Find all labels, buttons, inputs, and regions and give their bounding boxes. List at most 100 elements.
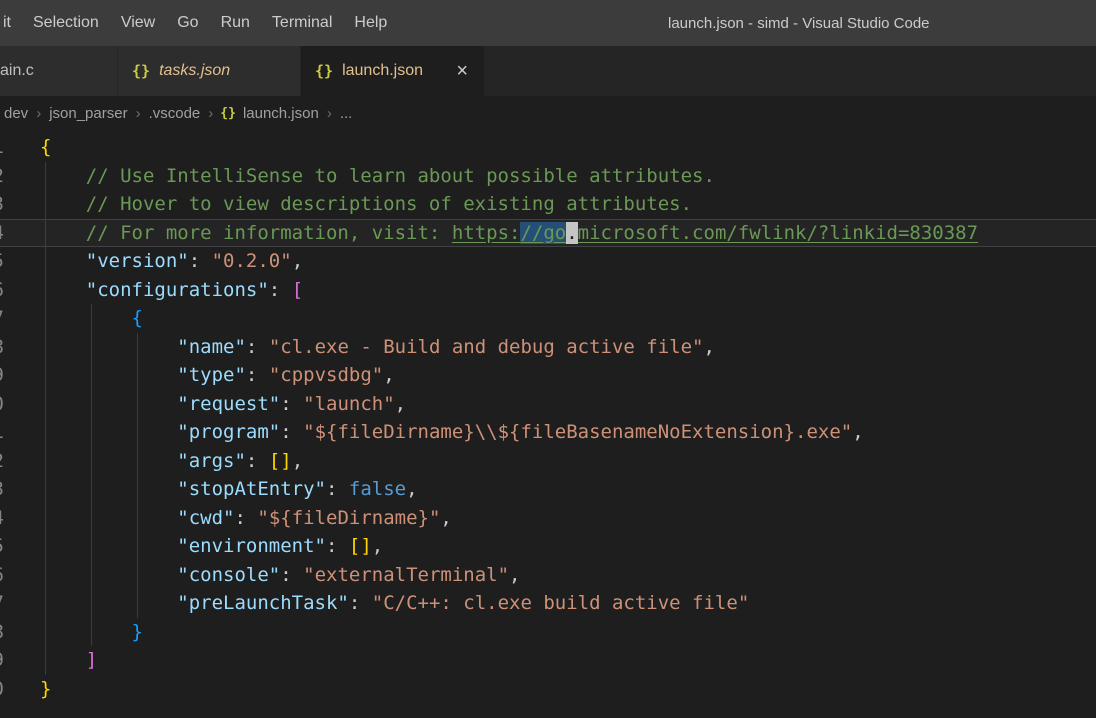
menu-item-terminal[interactable]: Terminal — [261, 0, 343, 46]
code-token: , — [371, 535, 384, 557]
code-token: "0.2.0" — [211, 250, 292, 272]
line-number: 2 — [0, 162, 4, 191]
code-line[interactable]: // Hover to view descriptions of existin… — [40, 190, 1096, 219]
breadcrumb-item-launch-json[interactable]: launch.json — [242, 105, 320, 122]
code-token: "preLaunchTask" — [177, 592, 349, 614]
code-line[interactable]: { — [40, 133, 1096, 162]
code-token: microsoft.com/fwlink/?linkid=830387 — [577, 221, 979, 244]
code-line[interactable]: ] — [40, 646, 1096, 675]
code-token: : — [326, 535, 349, 557]
code-token: : — [188, 250, 212, 272]
code-line[interactable]: "type": "cppvsdbg", — [40, 361, 1096, 390]
code-line[interactable]: "request": "launch", — [40, 390, 1096, 419]
code-token: "stopAtEntry" — [177, 478, 326, 500]
tab-label: ain.c — [0, 62, 34, 79]
tab-tasks-json[interactable]: {} tasks.json — [118, 46, 301, 96]
code-line[interactable]: { — [40, 304, 1096, 333]
line-number: 12 — [0, 447, 4, 476]
line-number: 3 — [0, 190, 4, 219]
code-token: : — [348, 592, 372, 614]
menu-item-selection[interactable]: Selection — [22, 0, 110, 46]
code-token: : — [245, 449, 269, 472]
menu-item-go[interactable]: Go — [166, 0, 209, 46]
editor: 1234567891011121314151617181920 { // Use… — [0, 130, 1096, 718]
line-number: 8 — [0, 333, 4, 362]
code-token: "program" — [177, 421, 281, 443]
menu-item-run[interactable]: Run — [210, 0, 261, 46]
code-line[interactable]: "program": "${fileDirname}\\${fileBasena… — [40, 418, 1096, 447]
json-file-icon: {} — [315, 62, 334, 80]
code-line[interactable]: "console": "externalTerminal", — [40, 561, 1096, 590]
code-line-current[interactable]: // For more information, visit: https://… — [0, 218, 1096, 247]
code-token: "name" — [177, 335, 246, 358]
line-number: 14 — [0, 504, 4, 533]
code-area[interactable]: { // Use IntelliSense to learn about pos… — [0, 133, 1096, 704]
breadcrumb-item-vscode[interactable]: .vscode — [148, 105, 202, 122]
code-line[interactable]: "version": "0.2.0", — [40, 247, 1096, 276]
code-line[interactable]: } — [40, 618, 1096, 647]
line-number: 11 — [0, 418, 4, 447]
code-token: } — [40, 677, 52, 700]
code-token: : — [234, 506, 258, 529]
code-token: : — [268, 278, 292, 301]
code-line[interactable]: // Use IntelliSense to learn about possi… — [40, 162, 1096, 191]
menu-item-edit[interactable]: it — [0, 0, 22, 46]
chevron-right-icon: › — [326, 104, 332, 122]
code-token: : — [280, 563, 304, 586]
code-token: "environment" — [177, 535, 326, 557]
code-token: : — [280, 392, 304, 415]
code-token: : — [280, 421, 304, 443]
code-token: , — [291, 250, 304, 272]
menu-item-view[interactable]: View — [110, 0, 166, 46]
breadcrumb-item-dev[interactable]: dev — [3, 105, 29, 122]
code-token: } — [131, 620, 143, 643]
code-line[interactable]: "name": "cl.exe - Build and debug active… — [40, 333, 1096, 362]
window-title: launch.json - simd - Visual Studio Code — [668, 14, 930, 32]
menu-item-help[interactable]: Help — [343, 0, 398, 46]
line-number: 1 — [0, 133, 4, 162]
tab-label: launch.json — [342, 62, 424, 79]
code-token: // Hover to view descriptions of existin… — [40, 193, 693, 215]
code-line[interactable]: } — [40, 675, 1096, 704]
code-token: "C/C++: cl.exe build active file" — [371, 592, 750, 614]
code-token: [] — [268, 449, 292, 472]
code-line[interactable]: "preLaunchTask": "C/C++: cl.exe build ac… — [40, 589, 1096, 618]
code-token: "cl.exe - Build and debug active file" — [268, 335, 704, 358]
code-token: : — [326, 478, 349, 500]
code-line[interactable]: "args": [], — [40, 447, 1096, 476]
code-token: [ — [291, 278, 304, 301]
line-number: 19 — [0, 646, 4, 675]
code-line[interactable]: "configurations": [ — [40, 276, 1096, 305]
code-token: https: — [451, 221, 521, 244]
code-token: "request" — [177, 392, 281, 415]
code-token: , — [509, 563, 521, 586]
code-line[interactable]: "stopAtEntry": false, — [40, 475, 1096, 504]
tab-launch-json[interactable]: {} launch.json × — [301, 46, 485, 96]
code-line[interactable]: "environment": [], — [40, 532, 1096, 561]
line-number: 15 — [0, 532, 4, 561]
chevron-right-icon: › — [135, 104, 141, 122]
code-token: [] — [348, 535, 372, 557]
code-line[interactable]: "cwd": "${fileDirname}", — [40, 504, 1096, 533]
breadcrumb-item-json-parser[interactable]: json_parser — [48, 105, 128, 122]
code-token: , — [406, 478, 418, 500]
tab-main-c[interactable]: ain.c — [0, 46, 118, 96]
close-icon[interactable]: × — [454, 61, 470, 81]
tab-label: tasks.json — [159, 62, 231, 79]
code-token: , — [394, 392, 407, 415]
line-number: 17 — [0, 589, 4, 618]
code-token: "args" — [177, 449, 246, 472]
breadcrumb-item-symbol[interactable]: ... — [339, 105, 354, 122]
code-token: // Use IntelliSense to learn about possi… — [40, 164, 715, 187]
